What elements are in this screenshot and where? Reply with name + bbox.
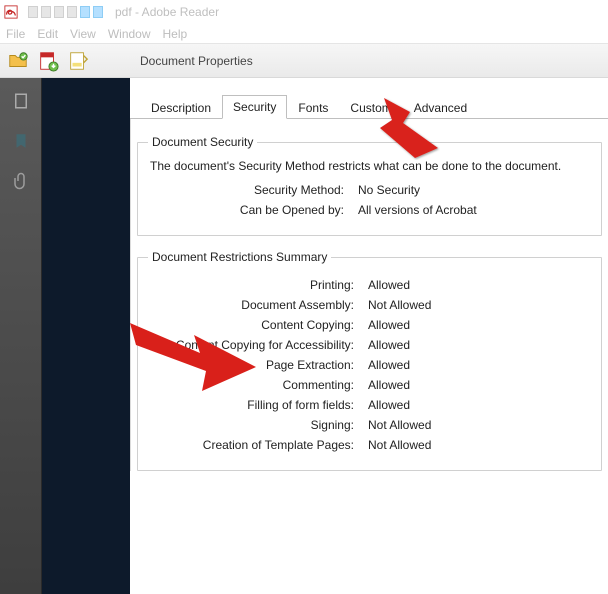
nav-pane <box>0 78 42 594</box>
restriction-label: Commenting: <box>148 378 368 392</box>
restriction-value: Allowed <box>368 358 410 372</box>
restriction-label: Filling of form fields: <box>148 398 368 412</box>
security-method-label: Security Method: <box>148 183 358 197</box>
menu-help[interactable]: Help <box>163 27 188 41</box>
tab-security[interactable]: Security <box>222 95 287 119</box>
page-thumb <box>54 6 64 18</box>
title-bar: pdf - Adobe Reader <box>0 0 608 24</box>
restriction-label: Page Extraction: <box>148 358 368 372</box>
menu-view[interactable]: View <box>70 27 96 41</box>
restriction-value: Not Allowed <box>368 438 431 452</box>
restrictions-group: Document Restrictions Summary Printing:A… <box>137 250 602 471</box>
restriction-value: Allowed <box>368 338 410 352</box>
page-thumbs <box>28 6 103 18</box>
page-thumb <box>67 6 77 18</box>
menu-window[interactable]: Window <box>108 27 151 41</box>
tab-custom[interactable]: Custom <box>339 96 402 119</box>
page-thumb <box>41 6 51 18</box>
save-pdf-icon[interactable] <box>36 49 60 73</box>
restriction-value: Not Allowed <box>368 298 431 312</box>
tab-fonts[interactable]: Fonts <box>287 96 339 119</box>
restriction-value: Allowed <box>368 318 410 332</box>
page-thumbnails-icon[interactable] <box>12 92 30 110</box>
restriction-label: Printing: <box>148 278 368 292</box>
tab-advanced[interactable]: Advanced <box>403 96 478 119</box>
restriction-value: Not Allowed <box>368 418 431 432</box>
restriction-label: Creation of Template Pages: <box>148 438 368 452</box>
restriction-value: Allowed <box>368 278 410 292</box>
properties-panel: Description Security Fonts Custom Advanc… <box>130 78 608 594</box>
menu-edit[interactable]: Edit <box>37 27 58 41</box>
restriction-value: Allowed <box>368 378 410 392</box>
document-security-group: Document Security The document's Securit… <box>137 135 602 236</box>
restrictions-legend: Document Restrictions Summary <box>148 250 331 264</box>
window-title: pdf - Adobe Reader <box>115 5 219 19</box>
adobe-reader-icon <box>4 5 18 19</box>
menu-bar: File Edit View Window Help <box>0 24 608 44</box>
opened-by-label: Can be Opened by: <box>148 203 358 217</box>
security-method-value: No Security <box>358 183 420 197</box>
restriction-label: Document Assembly: <box>148 298 368 312</box>
restriction-label: Content Copying for Accessibility: <box>148 338 368 352</box>
page-thumb <box>93 6 103 18</box>
properties-tabs: Description Security Fonts Custom Advanc… <box>140 92 608 118</box>
menu-file[interactable]: File <box>6 27 25 41</box>
dialog-title: Document Properties <box>140 54 253 68</box>
page-thumb <box>80 6 90 18</box>
document-viewport <box>42 78 130 594</box>
document-security-legend: Document Security <box>148 135 257 149</box>
tab-description[interactable]: Description <box>140 96 222 119</box>
restriction-label: Signing: <box>148 418 368 432</box>
bookmark-icon[interactable] <box>12 132 30 150</box>
security-description: The document's Security Method restricts… <box>150 159 591 173</box>
attachment-icon[interactable] <box>12 172 30 190</box>
export-pdf-icon[interactable] <box>66 49 90 73</box>
open-icon[interactable] <box>6 49 30 73</box>
restriction-label: Content Copying: <box>148 318 368 332</box>
toolbar: Document Properties <box>0 44 608 78</box>
opened-by-value: All versions of Acrobat <box>358 203 477 217</box>
restriction-value: Allowed <box>368 398 410 412</box>
page-thumb <box>28 6 38 18</box>
